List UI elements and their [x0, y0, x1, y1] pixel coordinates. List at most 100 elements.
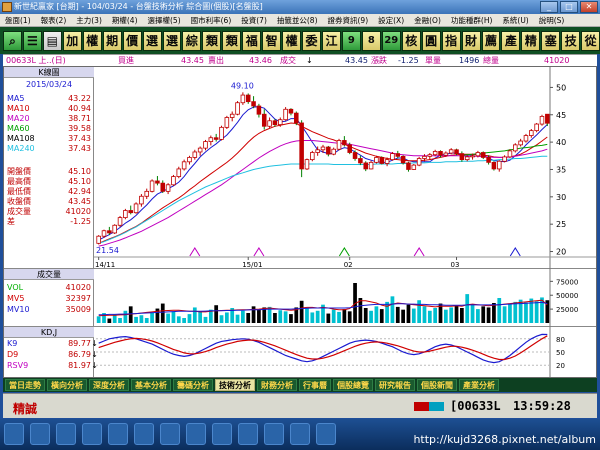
toolbar-button[interactable]: 加 [62, 30, 82, 51]
toolbar-button[interactable]: 29 [381, 30, 401, 51]
menu-item[interactable]: 說明(S) [534, 14, 570, 26]
volume-bar [513, 301, 518, 323]
toolbar-button[interactable]: 選 [162, 30, 182, 51]
minimize-icon[interactable]: _ [540, 1, 558, 13]
candle-body [107, 230, 112, 234]
menu-item[interactable]: 期權(4) [107, 14, 143, 26]
taskbar-app-icon[interactable] [186, 423, 206, 445]
toolbar-button[interactable]: 核 [401, 30, 421, 51]
volume-tick-label: 25000 [556, 306, 578, 314]
toolbar-button[interactable]: 委 [302, 30, 321, 51]
candle-body [395, 153, 401, 157]
tab-analysis[interactable]: 橫向分析 [47, 379, 87, 391]
toolbar-button[interactable]: 精 [521, 30, 541, 51]
tab-analysis[interactable]: 籌碼分析 [173, 379, 213, 391]
toolbar-button[interactable]: 價 [122, 30, 142, 51]
toolbar-button[interactable]: 財 [461, 30, 481, 51]
toolbar-button[interactable]: 權 [82, 30, 102, 51]
tab-analysis[interactable]: 基本分析 [131, 379, 171, 391]
candle-body [374, 157, 379, 163]
tab-analysis[interactable]: 財務分析 [257, 379, 297, 391]
toolbar-button[interactable]: 指 [441, 30, 461, 51]
taskbar-app-icon[interactable] [82, 423, 102, 445]
toolbar-button[interactable]: 福 [242, 30, 262, 51]
toolbar-button[interactable]: 塞 [541, 30, 561, 51]
tab-analysis[interactable]: 研究報告 [375, 379, 415, 391]
list-icon[interactable]: ☰ [22, 30, 42, 51]
taskbar-app-icon[interactable] [160, 423, 180, 445]
volume-bar [112, 314, 117, 323]
candle-body [315, 149, 320, 153]
toolbar-button[interactable]: 權 [282, 30, 302, 51]
close-icon[interactable]: ✕ [580, 1, 598, 13]
tab-analysis[interactable]: 深度分析 [89, 379, 129, 391]
toolbar-button[interactable]: 選 [142, 30, 162, 51]
toolbar-button[interactable]: 綜 [182, 30, 202, 51]
menu-item[interactable]: 國市利率(6) [186, 14, 237, 26]
tab-analysis[interactable]: 行事曆 [299, 379, 331, 391]
candle-body [534, 123, 539, 132]
taskbar-app-icon[interactable] [316, 423, 336, 445]
toolbar-button[interactable]: 技 [561, 30, 581, 51]
menu-item[interactable]: 選擇權(5) [143, 14, 186, 26]
tab-analysis[interactable]: 產業分析 [459, 379, 499, 391]
info-row: 最低價 42.94 [7, 187, 91, 197]
volume-bar [417, 300, 422, 323]
tab-analysis[interactable]: 個股新聞 [417, 379, 457, 391]
menu-item[interactable]: 證券資訊(9) [323, 14, 374, 26]
taskbar-app-icon[interactable] [134, 423, 154, 445]
maximize-icon[interactable]: □ [560, 1, 578, 13]
volume-header: 成交量 [4, 269, 94, 280]
candle-body [545, 113, 550, 124]
volume-bar [406, 304, 411, 323]
menu-item[interactable]: 盤面(1) [0, 14, 36, 26]
toolbar-button[interactable]: 圓 [421, 30, 441, 51]
start-icon[interactable] [4, 423, 24, 445]
taskbar-app-icon[interactable] [30, 423, 50, 445]
taskbar-app-icon[interactable] [108, 423, 128, 445]
taskbar-app-icon[interactable] [264, 423, 284, 445]
toolbar-button[interactable]: 9 [341, 30, 361, 51]
volume-chart[interactable]: 75000 50000 25000 [94, 269, 596, 327]
toolbar-button[interactable]: 薦 [481, 30, 501, 51]
toolbar-button[interactable]: 江 [322, 30, 341, 51]
menu-item[interactable]: 主力(3) [71, 14, 107, 26]
menu-item[interactable]: 系統(U) [497, 14, 533, 26]
candle-body [347, 144, 352, 153]
menu-item[interactable]: 報表(2) [36, 14, 72, 26]
search-icon[interactable]: ⌕ [3, 30, 22, 51]
status-stock-code[interactable]: [00633L [450, 398, 508, 415]
volume-bar [123, 310, 128, 323]
toolbar-button[interactable]: 類 [202, 30, 222, 51]
tab-analysis[interactable]: 技術分析 [215, 379, 255, 391]
tab-analysis[interactable]: 當日走勢 [5, 379, 45, 391]
volume-bar [433, 308, 438, 323]
menu-item[interactable]: 投資(7) [236, 14, 272, 26]
toolbar-button[interactable]: 從 [581, 30, 600, 51]
menu-item[interactable]: 功能種群(H) [446, 14, 498, 26]
taskbar-app-icon[interactable] [238, 423, 258, 445]
toolbar-button[interactable]: 期 [102, 30, 122, 51]
info-row: RSV9 81.97 ↓ [7, 361, 98, 371]
taskbar-app-icon[interactable] [56, 423, 76, 445]
volume-bar [524, 302, 528, 323]
kd-chart[interactable]: 80 50 20 [94, 327, 596, 377]
candle [502, 155, 507, 163]
toolbar-button[interactable]: 智 [262, 30, 282, 51]
window-titlebar[interactable]: 新世紀贏家 [台期] - 104/03/24 - 台盤技術分析 綜合圖(個股)[… [0, 0, 600, 14]
menu-item[interactable]: 金融(O) [409, 14, 446, 26]
taskbar-app-icon[interactable] [290, 423, 310, 445]
candle [368, 160, 374, 170]
candle [117, 215, 123, 227]
toolbar-button[interactable]: 類 [222, 30, 242, 51]
menu-item[interactable]: 設定(X) [373, 14, 409, 26]
taskbar-app-icon[interactable] [212, 423, 232, 445]
volume-bar [96, 316, 101, 323]
toolbar-button[interactable]: 8 [361, 30, 381, 51]
menu-item[interactable]: 抽籤並公(8) [272, 14, 323, 26]
doc-icon[interactable]: ▤ [42, 30, 62, 51]
volume-bar [107, 318, 112, 323]
tab-analysis[interactable]: 個股總覽 [333, 379, 373, 391]
toolbar-button[interactable]: 產 [501, 30, 521, 51]
kline-chart[interactable]: 50 45 40 35 30 25 20 14/11 15/01 02 03 49.10 21.54 [94, 67, 596, 269]
